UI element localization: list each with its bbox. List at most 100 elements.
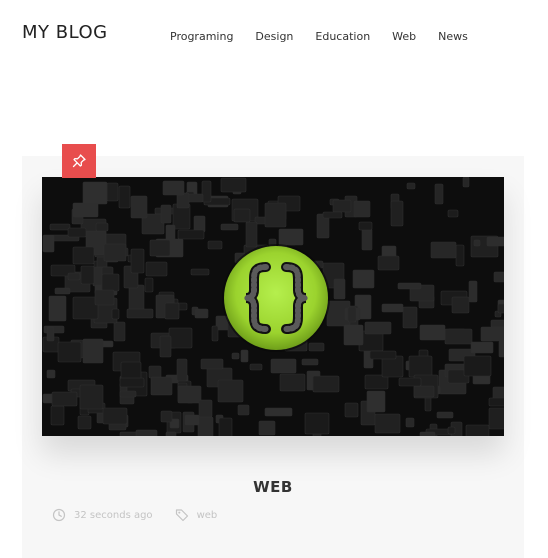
- circuit-chip: [149, 239, 171, 257]
- circuit-chip: [130, 248, 145, 274]
- circuit-chip: [211, 325, 219, 342]
- post-date: 32 seconds ago: [52, 508, 153, 522]
- circuit-chip: [419, 324, 446, 341]
- circuit-chip: [279, 373, 306, 392]
- circuit-chip: [488, 407, 504, 430]
- circuit-chip: [352, 269, 375, 289]
- circuit-chip: [361, 228, 373, 251]
- circuit-chip: [201, 180, 212, 203]
- circuit-chip: [50, 405, 65, 426]
- circuit-chip: [402, 306, 418, 329]
- circuit-chip: [451, 296, 470, 314]
- circuit-chip: [486, 236, 504, 247]
- circuit-chip: [197, 416, 214, 436]
- circuit-chip: [198, 399, 213, 418]
- circuit-chip: [249, 363, 263, 371]
- nav-item-education[interactable]: Education: [315, 30, 370, 43]
- nav-item-web[interactable]: Web: [392, 30, 416, 43]
- circuit-chip: [430, 241, 457, 259]
- circuit-chip: [106, 182, 119, 202]
- circuit-chip: [162, 180, 185, 196]
- circuit-chip: [405, 417, 415, 428]
- circuit-chip: [413, 385, 435, 398]
- circuit-chip: [72, 202, 99, 218]
- post-tag-link[interactable]: web: [197, 510, 218, 521]
- circuit-chip: [159, 335, 172, 358]
- circuit-chip: [497, 303, 504, 314]
- circuit-chip: [177, 229, 205, 240]
- circuit-chip: [492, 386, 504, 400]
- circuit-chip: [193, 215, 206, 233]
- circuit-chip: [322, 211, 343, 219]
- circuit-chip: [164, 302, 180, 320]
- circuit-chip: [200, 358, 224, 370]
- circuit-chip: [358, 221, 373, 231]
- circuit-chip: [347, 306, 357, 323]
- circuit-chip: [80, 265, 95, 285]
- circuit-chip: [473, 239, 481, 247]
- circuit-board-image: [42, 177, 504, 436]
- circuit-chip: [79, 384, 104, 410]
- circuit-chip: [218, 417, 233, 436]
- circuit-chip: [237, 404, 250, 416]
- circuit-chip: [128, 284, 145, 311]
- circuit-chip: [150, 376, 173, 396]
- circuit-chip: [111, 308, 120, 320]
- circuit-chip: [364, 321, 392, 335]
- circuit-chip: [176, 358, 188, 382]
- circuit-chip: [240, 349, 249, 363]
- tag-icon: [175, 509, 188, 522]
- circuit-chip: [468, 280, 478, 303]
- nav-item-design[interactable]: Design: [255, 30, 293, 43]
- circuit-chip: [377, 255, 400, 271]
- circuit-chip: [374, 413, 401, 434]
- circuit-chip: [436, 411, 454, 419]
- circuit-chip: [408, 355, 433, 378]
- circuit-chip: [444, 328, 473, 345]
- circuit-chip: [264, 407, 293, 417]
- circuit-chip: [434, 183, 444, 205]
- nav-item-programing[interactable]: Programing: [170, 30, 233, 43]
- circuit-chip: [46, 369, 56, 379]
- circuit-chip: [103, 243, 127, 262]
- clock-icon: [52, 508, 66, 522]
- circuit-chip: [77, 415, 92, 430]
- site-title[interactable]: MY BLOG: [22, 22, 108, 43]
- post-tags: web: [175, 508, 218, 522]
- circuit-chip: [42, 234, 55, 253]
- circuit-chip: [160, 410, 173, 423]
- circuit-chip: [51, 391, 78, 407]
- nav-item-news[interactable]: News: [438, 30, 468, 43]
- site-header: MY BLOG Programing Design Education Web …: [0, 0, 548, 80]
- circuit-chip: [490, 319, 504, 328]
- circuit-chip: [46, 326, 55, 342]
- circuit-chip: [184, 414, 200, 426]
- circuit-chip: [308, 342, 325, 352]
- circuit-chip: [419, 431, 436, 436]
- main-nav: Programing Design Education Web News: [170, 30, 490, 43]
- circuit-chip: [72, 296, 99, 320]
- circuit-chip: [465, 424, 490, 436]
- circuit-chip: [57, 341, 82, 363]
- circuit-chip: [67, 227, 87, 238]
- sticky-post-badge: [62, 144, 96, 178]
- circuit-chip: [135, 429, 158, 436]
- circuit-chip: [366, 390, 386, 413]
- circuit-chip: [498, 340, 504, 358]
- circuit-chip: [95, 222, 109, 232]
- circuit-chip: [119, 390, 137, 398]
- circuit-chip: [278, 228, 304, 246]
- circuit-chip: [72, 246, 95, 265]
- circuit-chip: [312, 375, 340, 393]
- circuit-chip: [220, 223, 239, 231]
- circuit-chip: [126, 308, 154, 319]
- circuit-chip: [217, 379, 244, 403]
- circuit-chip: [94, 289, 115, 306]
- post-title[interactable]: WEB: [22, 478, 524, 496]
- circuit-chip: [304, 412, 330, 435]
- circuit-chip: [470, 341, 494, 354]
- circuit-chip: [462, 177, 470, 188]
- circuit-chip: [177, 385, 202, 404]
- post-featured-image[interactable]: [42, 177, 504, 436]
- circuit-chip: [231, 352, 240, 360]
